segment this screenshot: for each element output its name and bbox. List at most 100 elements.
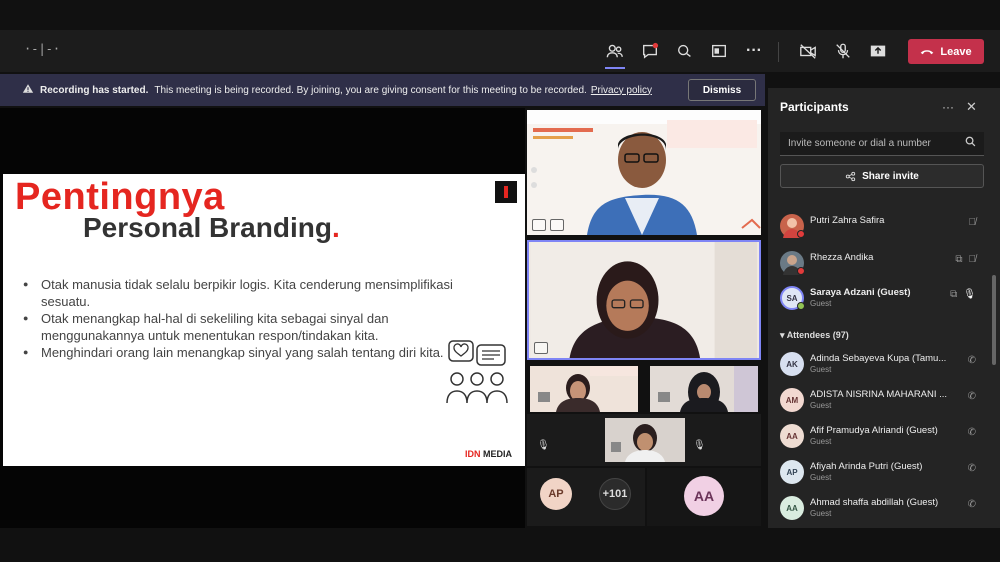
mic-off-icon[interactable]	[830, 38, 856, 64]
call-icon: ✆	[967, 427, 976, 438]
warning-icon	[22, 83, 34, 97]
participant-row[interactable]: AK Adinda Sebayeva Kupa (Tamu... Guest ✆	[780, 350, 984, 380]
call-icon: ✆	[967, 499, 976, 510]
participant-name: Putri Zahra Safira	[810, 215, 885, 226]
invite-search-input[interactable]: Invite someone or dial a number	[780, 132, 984, 156]
slide-title-dot: .	[331, 212, 340, 243]
avatar: AP	[540, 478, 572, 510]
recording-banner: Recording has started. This meeting is b…	[0, 74, 765, 106]
participant-row[interactable]: AA Ahmad shaffa abdillah (Guest) Guest ✆	[780, 494, 984, 524]
screen-share-icon: ⧉	[950, 289, 958, 300]
participant-name: Afif Pramudya Alriandi (Guest)	[810, 425, 938, 436]
participant-row[interactable]: AM ADISTA NISRINA MAHARANI ... Guest ✆	[780, 386, 984, 416]
participant-role: Guest	[810, 401, 832, 410]
participant-role: Guest	[810, 509, 832, 518]
participant-role: Guest	[810, 365, 832, 374]
mic-off-icon: 🎙̸	[968, 217, 977, 228]
tile-status-icons	[532, 219, 564, 231]
participant-controls: ⧉ 🎙	[950, 289, 976, 300]
reactions-icon[interactable]	[672, 38, 698, 64]
participant-name: Ahmad shaffa abdillah (Guest)	[810, 497, 939, 508]
call-icon: ✆	[967, 355, 976, 366]
slide-bullet: Otak menangkap hal-hal di sekeliling kit…	[23, 310, 453, 344]
attendees-section-header[interactable]: ▾ Attendees (97)	[780, 330, 849, 341]
participant-name: ADISTA NISRINA MAHARANI ...	[810, 389, 948, 400]
share-icon	[845, 171, 856, 181]
speaker-video-feed	[530, 242, 758, 358]
participant-row[interactable]: AP Afiyah Arinda Putri (Guest) Guest ✆	[780, 458, 984, 488]
video-tile-speaker[interactable]	[527, 240, 761, 360]
participant-role: Guest	[810, 299, 832, 308]
avatar: AP	[780, 460, 804, 484]
slide-bullet-list: Otak manusia tidak selalu berpikir logis…	[23, 276, 453, 361]
panel-scrollbar[interactable]	[992, 275, 996, 365]
share-invite-button[interactable]: Share invite	[780, 164, 984, 188]
participant-controls: ⧉ 🎙̸	[955, 254, 976, 265]
screen-share-icon: ⧉	[955, 254, 963, 265]
slide-title-line2: Personal Branding.	[83, 212, 340, 244]
participant-role: Guest	[810, 473, 832, 482]
avatar: AM	[780, 388, 804, 412]
slide-brand-logo	[495, 181, 517, 203]
share-invite-label: Share invite	[862, 170, 919, 182]
presenter-video-feed	[527, 110, 761, 235]
panel-title: Participants	[780, 100, 849, 114]
status-dot	[797, 230, 805, 238]
slide-bullet: Menghindari orang lain menangkap sinyal …	[23, 344, 453, 361]
status-dot	[797, 302, 805, 310]
participant-role: Guest	[810, 437, 832, 446]
privacy-policy-link[interactable]: Privacy policy	[591, 85, 652, 96]
participant-video-feed	[650, 366, 758, 412]
participant-video-feed	[605, 418, 685, 462]
chat-icon[interactable]	[637, 38, 663, 64]
participant-name: Adinda Sebayeva Kupa (Tamu...	[810, 353, 947, 364]
more-actions-icon[interactable]: ···	[741, 38, 767, 64]
meeting-toolbar: ·-|-· ··· Leave	[0, 30, 1000, 72]
participant-name: Rhezza Andika	[810, 252, 874, 263]
video-tile-participant[interactable]	[530, 366, 638, 412]
shared-content-stage: Pentingnya Personal Branding. Otak manus…	[0, 108, 525, 528]
meeting-timer: ·-|-·	[24, 42, 61, 56]
participants-toggle-icon[interactable]	[602, 38, 628, 69]
close-icon[interactable]: ✕	[966, 99, 977, 115]
mic-off-icon: 🎙̸	[968, 254, 977, 265]
participant-row[interactable]: SA Saraya Adzani (Guest) Guest ⧉ 🎙	[780, 284, 984, 314]
call-icon: ✆	[967, 463, 976, 474]
participant-row[interactable]: Rhezza Andika ⧉ 🎙̸	[780, 249, 984, 279]
avatar: AK	[780, 352, 804, 376]
participant-video-feed	[530, 366, 638, 412]
presentation-slide: Pentingnya Personal Branding. Otak manus…	[3, 174, 525, 466]
video-tile-participant[interactable]	[650, 366, 758, 412]
panel-more-options-icon[interactable]: ···	[942, 100, 954, 114]
mic-muted-icon: 🎙	[537, 440, 550, 451]
participant-row[interactable]: Putri Zahra Safira 🎙̸	[780, 212, 984, 242]
participant-row[interactable]: AA Afif Pramudya Alriandi (Guest) Guest …	[780, 422, 984, 452]
status-dot	[797, 267, 805, 275]
leave-label: Leave	[940, 45, 972, 58]
search-icon	[965, 136, 976, 150]
share-screen-icon[interactable]	[865, 38, 891, 64]
camera-off-icon[interactable]	[795, 38, 821, 64]
toolbar-divider	[778, 42, 779, 62]
participant-name: Afiyah Arinda Putri (Guest)	[810, 461, 923, 472]
avatar: AA	[684, 476, 724, 516]
invite-placeholder: Invite someone or dial a number	[788, 138, 931, 149]
video-tile-participant[interactable]	[605, 418, 685, 462]
teams-window: ·-|-· ··· Leave Recording has started. T…	[0, 0, 1000, 562]
leave-button[interactable]: Leave	[908, 39, 984, 64]
video-tile-presenter[interactable]	[527, 110, 761, 235]
participant-name: Saraya Adzani (Guest)	[810, 287, 911, 298]
avatar: AA	[780, 424, 804, 448]
recording-banner-title: Recording has started.	[40, 84, 149, 96]
mic-icon: 🎙	[963, 289, 976, 300]
phone-hangup-icon	[921, 50, 934, 55]
recording-banner-text: This meeting is being recorded. By joini…	[154, 84, 587, 96]
dismiss-button[interactable]: Dismiss	[688, 79, 756, 101]
mic-muted-icon: 🎙	[693, 440, 706, 451]
people-chat-illustration-icon	[443, 339, 511, 409]
more-participants-badge[interactable]: +101	[599, 478, 631, 510]
rooms-icon[interactable]	[706, 38, 732, 64]
avatar: AA	[780, 496, 804, 520]
slide-bullet: Otak manusia tidak selalu berpikir logis…	[23, 276, 453, 310]
participants-panel: Participants ··· ✕ Invite someone or dia…	[768, 88, 1000, 528]
